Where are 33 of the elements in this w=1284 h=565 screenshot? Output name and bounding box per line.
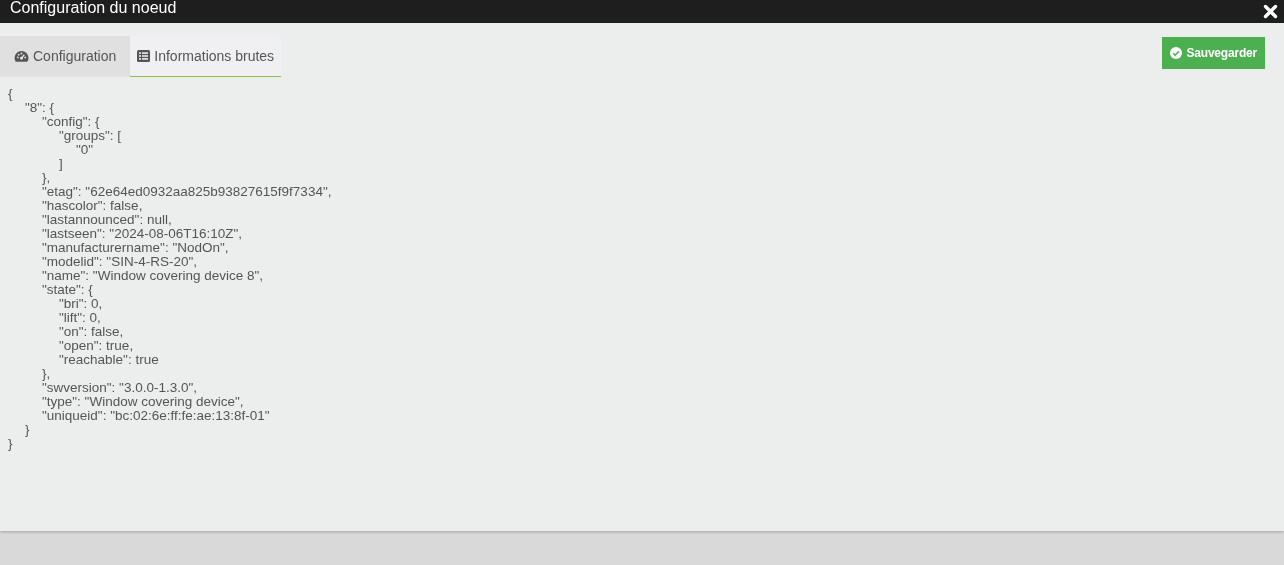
- code-line: },: [42, 171, 51, 185]
- code-line: ]: [59, 157, 63, 171]
- code-line: }: [25, 423, 30, 437]
- code-line: "bri": 0,: [59, 297, 103, 311]
- code-line: "lastannounced": null,: [42, 213, 172, 227]
- code-line: {: [8, 87, 13, 101]
- code-line: "manufacturername": "NodOn",: [42, 241, 229, 255]
- code-line: },: [42, 367, 51, 381]
- code-line: "etag": "62e64ed0932aa825b93827615f9f7334",: [42, 185, 332, 199]
- code-line: "lastseen": "2024-08-06T16:10Z",: [42, 227, 243, 241]
- code-line: "swversion": "3.0.0-1.3.0",: [42, 381, 197, 395]
- gauge-icon: [14, 49, 29, 63]
- code-line: "0": [76, 143, 94, 157]
- list-icon: [137, 50, 151, 62]
- code-line: "type": "Window covering device",: [42, 395, 244, 409]
- code-line: "open": true,: [59, 339, 134, 353]
- code-line: "modelid": "SIN-4-RS-20",: [42, 255, 197, 269]
- code-line: "groups": [: [59, 129, 122, 143]
- code-line: "name": "Window covering device 8",: [42, 269, 264, 283]
- code-line: "lift": 0,: [59, 311, 101, 325]
- code-line: "state": {: [42, 283, 93, 297]
- code-line: "uniqueid": "bc:02:6e:ff:fe:ae:13:8f-01": [42, 409, 270, 423]
- tab[interactable]: Configuration: [0, 36, 131, 77]
- code-line: "hascolor": false,: [42, 199, 143, 213]
- window-title: Configuration du noeud: [10, 0, 177, 16]
- code-line: "on": false,: [59, 325, 124, 339]
- code-line: }: [8, 437, 13, 451]
- tab[interactable]: Informations brutes: [130, 36, 282, 77]
- close-icon[interactable]: [1263, 4, 1278, 19]
- check-circle-icon: [1170, 47, 1183, 59]
- code-line: "config": {: [42, 115, 100, 129]
- code-line: "reachable": true: [59, 353, 159, 367]
- code-line: "8": {: [25, 101, 55, 115]
